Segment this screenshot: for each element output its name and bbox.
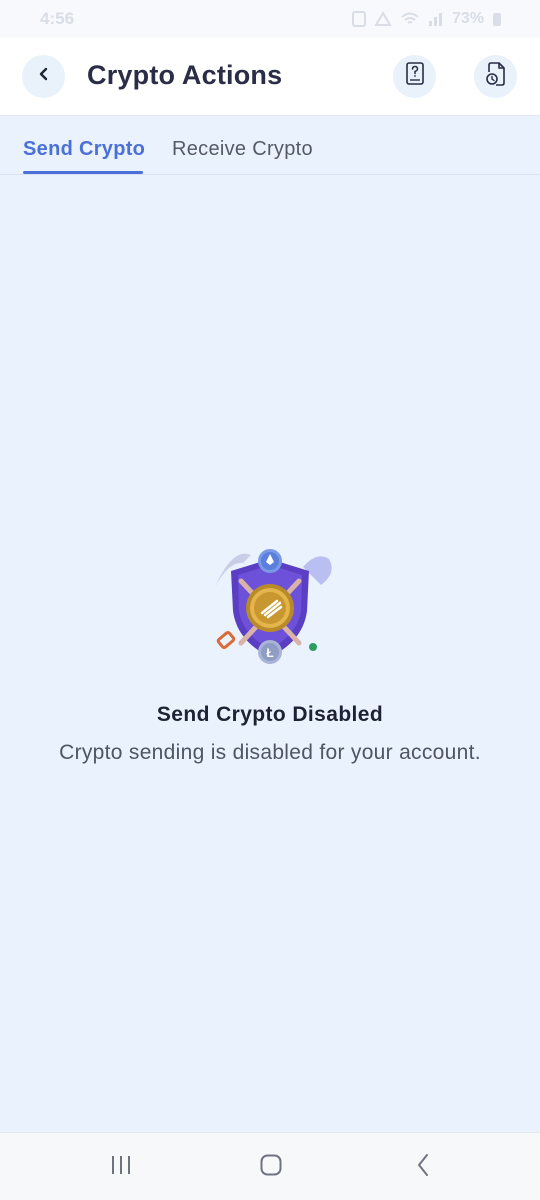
recents-button[interactable] [106,1153,136,1181]
signal-icon [428,11,444,27]
help-button[interactable] [393,55,436,98]
empty-state-message: Crypto sending is disabled for your acco… [59,741,481,764]
tab-send-crypto[interactable]: Send Crypto [23,138,145,161]
battery-text: 73% [451,10,484,27]
history-document-icon [484,61,508,92]
empty-state: Ł Send Crypto Disabled Crypto sending is… [0,545,540,765]
wifi-icon [400,11,420,27]
chevron-left-icon [37,66,51,87]
status-bar: 4:56 73% [0,0,540,38]
page-title: Crypto Actions [87,60,283,90]
tab-receive-crypto[interactable]: Receive Crypto [172,138,313,161]
gallery-notification-icon [351,11,366,27]
system-back-button[interactable] [408,1153,438,1181]
back-button[interactable] [22,55,65,98]
empty-state-title: Send Crypto Disabled [156,703,384,726]
active-tab-indicator [23,171,143,174]
help-document-icon [404,61,426,92]
recents-icon [109,1154,133,1181]
mining-shield-illustration: Ł [215,549,332,664]
history-button[interactable] [474,55,517,98]
alarm-icon [374,11,392,27]
home-icon [259,1153,283,1182]
tab-bar: Send Crypto Receive Crypto [0,117,540,175]
back-icon [415,1152,431,1183]
home-button[interactable] [256,1153,286,1181]
app-header: Crypto Actions [0,38,540,116]
system-nav-bar [0,1132,540,1200]
status-time: 4:56 [40,9,75,28]
status-icons: 73% [351,10,502,28]
battery-icon [492,11,502,27]
svg-text:Ł: Ł [266,646,273,660]
